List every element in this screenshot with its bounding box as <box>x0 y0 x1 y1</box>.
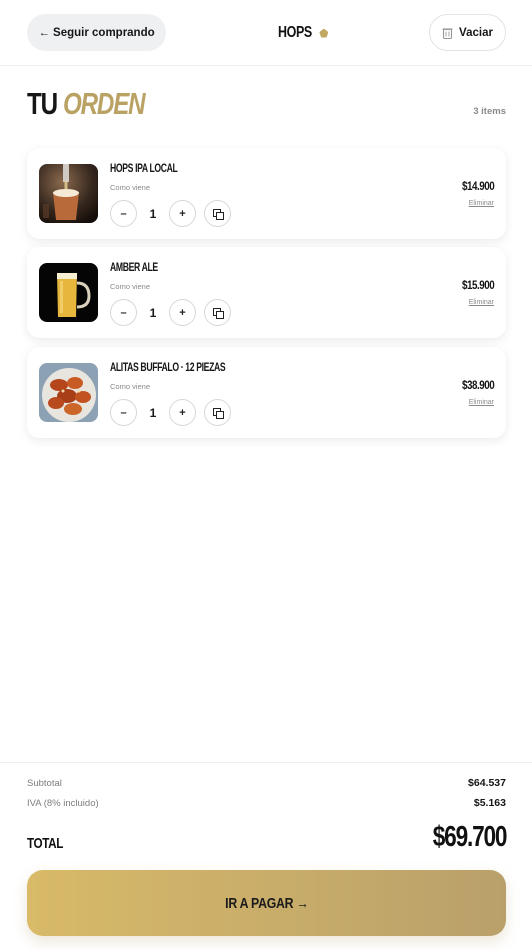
clear-cart-button[interactable]: Vaciar <box>429 14 506 51</box>
quantity-stepper: – 1 + <box>110 399 231 426</box>
page-title: TU ORDEN <box>27 86 167 121</box>
checkout-label: IR A PAGAR → <box>224 894 309 912</box>
item-note: Como viene <box>110 382 151 391</box>
item-price: $14.900 <box>461 179 495 193</box>
hops-logo[interactable]: HOPS <box>278 23 329 43</box>
increase-quantity-button[interactable]: + <box>169 200 196 227</box>
item-name: HOPS IPA LOCAL <box>110 161 178 175</box>
item-price: $38.900 <box>461 378 495 392</box>
title-first-word: TU <box>27 86 58 121</box>
top-bar: ← Seguir comprando HOPS Vaciar <box>0 0 532 66</box>
trash-icon <box>442 27 453 39</box>
logo-text: HOPS <box>278 24 312 41</box>
remove-item-link[interactable]: Eliminar <box>469 399 494 406</box>
buffalo-wings-image <box>39 363 98 422</box>
increase-quantity-button[interactable]: + <box>169 299 196 326</box>
clear-cart-label: Vaciar <box>459 26 493 39</box>
total-label: TOTAL <box>27 835 63 852</box>
increase-quantity-button[interactable]: + <box>169 399 196 426</box>
copy-icon <box>212 208 224 220</box>
cart-item: HOPS IPA LOCAL Como viene – 1 + $14.900 … <box>27 148 506 239</box>
beer-tap-image <box>39 164 98 223</box>
tax-label: IVA (8% incluido) <box>27 798 99 809</box>
tax-value: $5.163 <box>473 797 506 809</box>
subtotal-label: Subtotal <box>27 778 62 789</box>
title-second-word: ORDEN <box>63 86 146 121</box>
checkout-button[interactable]: IR A PAGAR → <box>27 870 506 936</box>
total-value: $69.700 <box>432 821 507 853</box>
hop-leaf-icon <box>319 28 329 38</box>
duplicate-item-button[interactable] <box>204 399 231 426</box>
order-summary: Subtotal $64.537 IVA (8% incluido) $5.16… <box>0 762 532 950</box>
item-name: ALITAS BUFFALO · 12 PIEZAS <box>110 360 226 374</box>
item-price: $15.900 <box>461 278 495 292</box>
subtotal-value: $64.537 <box>468 777 506 789</box>
continue-shopping-label: ← Seguir comprando <box>38 26 155 39</box>
cart-item: AMBER ALE Como viene – 1 + $15.900 Elimi… <box>27 247 506 338</box>
remove-item-link[interactable]: Eliminar <box>469 200 494 207</box>
quantity-value: 1 <box>149 305 157 320</box>
beer-mug-image <box>39 263 98 322</box>
item-note: Como viene <box>110 282 151 291</box>
decrease-quantity-button[interactable]: – <box>110 299 137 326</box>
items-count: 3 items <box>473 106 506 117</box>
cart-item: ALITAS BUFFALO · 12 PIEZAS Como viene – … <box>27 347 506 438</box>
copy-icon <box>212 307 224 319</box>
quantity-stepper: – 1 + <box>110 200 231 227</box>
copy-icon <box>212 407 224 419</box>
duplicate-item-button[interactable] <box>204 299 231 326</box>
quantity-value: 1 <box>149 206 157 221</box>
duplicate-item-button[interactable] <box>204 200 231 227</box>
remove-item-link[interactable]: Eliminar <box>469 299 494 306</box>
decrease-quantity-button[interactable]: – <box>110 200 137 227</box>
continue-shopping-button[interactable]: ← Seguir comprando <box>27 14 166 51</box>
item-note: Como viene <box>110 183 151 192</box>
item-name: AMBER ALE <box>110 260 158 274</box>
decrease-quantity-button[interactable]: – <box>110 399 137 426</box>
quantity-value: 1 <box>149 405 157 420</box>
quantity-stepper: – 1 + <box>110 299 231 326</box>
